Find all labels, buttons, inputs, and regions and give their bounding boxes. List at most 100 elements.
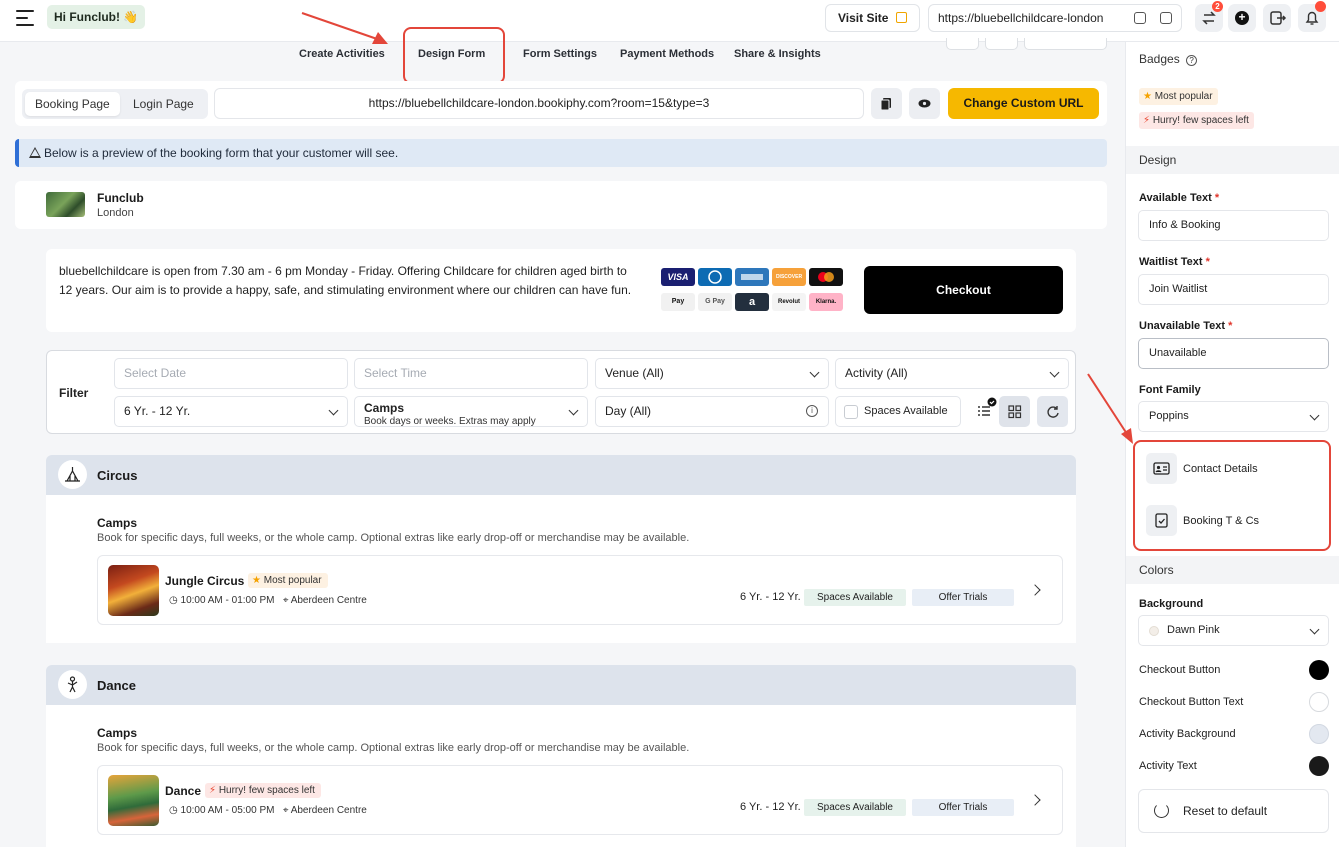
spaces-available-tag: Spaces Available bbox=[804, 589, 906, 606]
age-select[interactable]: 6 Yr. - 12 Yr. bbox=[114, 396, 348, 427]
chevron-down-icon bbox=[328, 405, 339, 416]
annotation-arrow-icon bbox=[1087, 373, 1133, 444]
google-pay-logo: G Pay bbox=[698, 293, 732, 311]
chevron-down-icon bbox=[1309, 410, 1320, 421]
camps-select[interactable]: Camps Book days or weeks. Extras may app… bbox=[354, 396, 588, 427]
activity-text-color-label: Activity Text bbox=[1139, 760, 1197, 772]
age-value: 6 Yr. - 12 Yr. bbox=[124, 404, 191, 418]
logout-icon bbox=[1270, 11, 1287, 25]
checkout-button-color-swatch[interactable] bbox=[1309, 660, 1329, 680]
available-text-input[interactable]: Info & Booking bbox=[1138, 210, 1329, 241]
activity-select[interactable]: Activity (All) bbox=[835, 358, 1069, 389]
category-header[interactable] bbox=[46, 665, 1076, 705]
font-family-select[interactable]: Poppins bbox=[1138, 401, 1329, 432]
tab-form-settings[interactable]: Form Settings bbox=[523, 48, 597, 60]
badge-label: Hurry! few spaces left bbox=[1152, 115, 1249, 126]
notifications-button[interactable] bbox=[1298, 1, 1326, 32]
activity-background-color-swatch[interactable] bbox=[1309, 724, 1329, 744]
background-label: Background bbox=[1139, 598, 1204, 610]
hurry-badge: ⚡ Hurry! few spaces left bbox=[205, 783, 321, 798]
ghost-button[interactable] bbox=[985, 38, 1018, 50]
activity-meta: ◷ 10:00 AM - 05:00 PM ⌖ Aberdeen Centre bbox=[169, 805, 367, 816]
grid-icon bbox=[1008, 405, 1022, 419]
menu-icon[interactable] bbox=[16, 10, 34, 26]
change-custom-url-button[interactable]: Change Custom URL bbox=[948, 88, 1099, 119]
venue-select[interactable]: Venue (All) bbox=[595, 358, 829, 389]
clock-icon: ◷ bbox=[169, 805, 178, 816]
copy-icon[interactable] bbox=[1160, 12, 1172, 24]
notification-dot bbox=[1315, 1, 1326, 12]
activity-name: Jungle Circus bbox=[165, 574, 245, 588]
section-title: Camps bbox=[97, 516, 138, 530]
checkout-button-text-color-swatch[interactable] bbox=[1309, 692, 1329, 712]
plus-icon: + bbox=[1235, 11, 1249, 25]
waitlist-text-input[interactable]: Join Waitlist bbox=[1138, 274, 1329, 305]
location-pin-icon: ⌖ bbox=[282, 805, 289, 816]
info-icon[interactable]: i bbox=[806, 405, 818, 417]
label-text: Waitlist Text bbox=[1139, 256, 1203, 268]
ghost-button[interactable] bbox=[1024, 38, 1107, 50]
switch-icon[interactable]: 2 bbox=[1195, 1, 1223, 32]
org-logo bbox=[46, 192, 85, 217]
edit-icon[interactable] bbox=[1134, 12, 1146, 24]
badges-label: Badges ? bbox=[1139, 52, 1198, 66]
time-picker[interactable]: Select Time bbox=[354, 358, 588, 389]
activity-thumbnail bbox=[108, 775, 159, 826]
copy-icon bbox=[880, 98, 891, 111]
page-type-toggle: Booking Page Login Page bbox=[22, 89, 208, 119]
booking-url-field[interactable]: https://bluebellchildcare-london.bookiph… bbox=[214, 88, 864, 119]
spaces-available-toggle[interactable]: Spaces Available bbox=[835, 396, 961, 427]
visit-site-button[interactable]: Visit Site bbox=[825, 4, 920, 32]
filter-label: Filter bbox=[59, 386, 89, 400]
visit-site-label: Visit Site bbox=[838, 11, 889, 25]
site-url-field[interactable]: https://bluebellchildcare-london bbox=[928, 4, 1182, 32]
reset-icon bbox=[1154, 803, 1169, 818]
reset-to-default-button[interactable]: Reset to default bbox=[1138, 789, 1329, 833]
logout-button[interactable] bbox=[1263, 4, 1291, 32]
copy-url-button[interactable] bbox=[871, 88, 902, 119]
tab-payment-methods[interactable]: Payment Methods bbox=[620, 48, 714, 60]
booking-page-tab[interactable]: Booking Page bbox=[25, 92, 120, 116]
date-picker[interactable]: Select Date bbox=[114, 358, 348, 389]
star-icon: ★ bbox=[1143, 91, 1152, 102]
notice-text: Below is a preview of the booking form t… bbox=[44, 146, 399, 160]
chevron-down-icon bbox=[1309, 624, 1320, 635]
checkout-button[interactable]: Checkout bbox=[864, 266, 1063, 314]
activity-text-color-swatch[interactable] bbox=[1309, 756, 1329, 776]
circus-tent-icon bbox=[58, 460, 87, 489]
font-family-value: Poppins bbox=[1149, 410, 1189, 422]
unavailable-text-label: Unavailable Text * bbox=[1139, 320, 1233, 332]
design-form-highlight bbox=[403, 27, 505, 84]
checkout-button-color-label: Checkout Button bbox=[1139, 664, 1221, 676]
colors-section-header: Colors bbox=[1126, 556, 1339, 584]
preview-button[interactable] bbox=[909, 88, 940, 119]
grid-view-button[interactable] bbox=[999, 396, 1030, 427]
offer-trials-tag: Offer Trials bbox=[912, 589, 1014, 606]
tab-share-insights[interactable]: Share & Insights bbox=[734, 48, 821, 60]
mastercard-logo bbox=[809, 268, 843, 286]
list-view-button[interactable] bbox=[968, 396, 999, 427]
unavailable-text-input[interactable]: Unavailable bbox=[1138, 338, 1329, 369]
background-select[interactable]: Dawn Pink bbox=[1138, 615, 1329, 646]
activity-time: 10:00 AM - 05:00 PM bbox=[180, 805, 275, 816]
amazon-pay-logo: a bbox=[735, 293, 769, 311]
hurry-badge[interactable]: ⚡ Hurry! few spaces left bbox=[1139, 112, 1254, 129]
help-icon[interactable]: ? bbox=[1186, 55, 1198, 66]
add-button[interactable]: + bbox=[1228, 4, 1256, 32]
most-popular-badge[interactable]: ★ Most popular bbox=[1139, 88, 1218, 105]
ghost-button[interactable] bbox=[946, 38, 979, 50]
diners-logo bbox=[698, 268, 732, 286]
day-select[interactable]: Day (All) i bbox=[595, 396, 829, 427]
login-page-tab[interactable]: Login Page bbox=[123, 92, 204, 116]
category-header[interactable] bbox=[46, 455, 1076, 495]
discover-logo: DISCOVER bbox=[772, 268, 806, 286]
section-description: Book for specific days, full weeks, or t… bbox=[97, 532, 690, 544]
activity-venue: Aberdeen Centre bbox=[290, 595, 367, 606]
activity-time: 10:00 AM - 01:00 PM bbox=[180, 595, 275, 606]
refresh-button[interactable] bbox=[1037, 396, 1068, 427]
spaces-available-tag: Spaces Available bbox=[804, 799, 906, 816]
chevron-down-icon bbox=[809, 367, 820, 378]
label-text: Available Text bbox=[1139, 192, 1212, 204]
section-title: Camps bbox=[97, 726, 138, 740]
checkbox[interactable] bbox=[844, 405, 858, 419]
